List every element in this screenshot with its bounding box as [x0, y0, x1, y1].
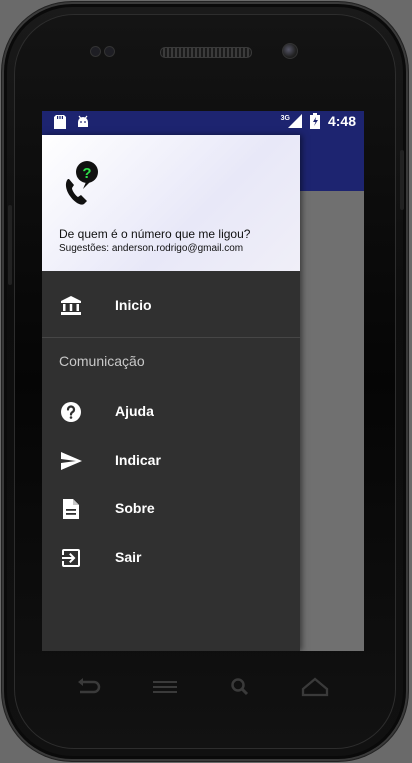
device-nav-bar — [42, 651, 364, 723]
proximity-sensor — [90, 46, 101, 57]
drawer-subtitle: Sugestões: anderson.rodrigo@gmail.com — [59, 243, 244, 254]
status-time: 4:48 — [327, 113, 356, 129]
volume-button — [8, 205, 12, 285]
earpiece-speaker — [160, 47, 252, 58]
bank-icon — [61, 296, 81, 315]
menu-item-ajuda[interactable]: Ajuda — [42, 388, 300, 436]
phone-question-icon: ? — [65, 161, 98, 205]
menu-icon[interactable] — [150, 675, 180, 699]
search-icon[interactable] — [226, 675, 256, 699]
drawer-header: ? De quem é o número que me ligou? Suges… — [42, 135, 300, 271]
back-icon[interactable] — [74, 675, 104, 699]
menu-item-label: Ajuda — [115, 403, 154, 419]
exit-icon — [62, 549, 80, 567]
light-sensor — [104, 46, 115, 57]
menu-item-indicar[interactable]: Indicar — [42, 437, 300, 485]
power-button — [400, 150, 404, 210]
status-bar: 3G 4:48 — [42, 111, 364, 135]
android-debug-icon — [78, 115, 88, 127]
navigation-drawer: ? De quem é o número que me ligou? Suges… — [42, 135, 300, 651]
signal-icon — [287, 114, 302, 128]
menu-item-sair[interactable]: Sair — [42, 534, 300, 582]
help-icon — [61, 402, 81, 422]
front-camera — [282, 43, 298, 59]
drawer-title: De quem é o número que me ligou? — [59, 227, 251, 241]
screen: 3G 4:48 ? De quem é o número que me ligo… — [42, 111, 364, 651]
menu-item-sobre[interactable]: Sobre — [42, 485, 300, 533]
battery-icon — [309, 113, 320, 129]
home-icon[interactable] — [300, 675, 330, 699]
menu-item-label: Sobre — [115, 500, 155, 516]
menu-item-inicio[interactable]: Inicio — [42, 282, 300, 330]
document-icon — [63, 499, 79, 519]
section-header-comunicacao: Comunicação — [59, 353, 145, 369]
menu-item-label: Inicio — [115, 297, 152, 313]
menu-item-label: Sair — [115, 549, 142, 565]
sd-card-icon — [54, 115, 66, 129]
send-icon — [61, 452, 82, 470]
svg-text:?: ? — [82, 165, 91, 182]
drawer-divider — [42, 337, 300, 338]
menu-item-label: Indicar — [115, 452, 161, 468]
